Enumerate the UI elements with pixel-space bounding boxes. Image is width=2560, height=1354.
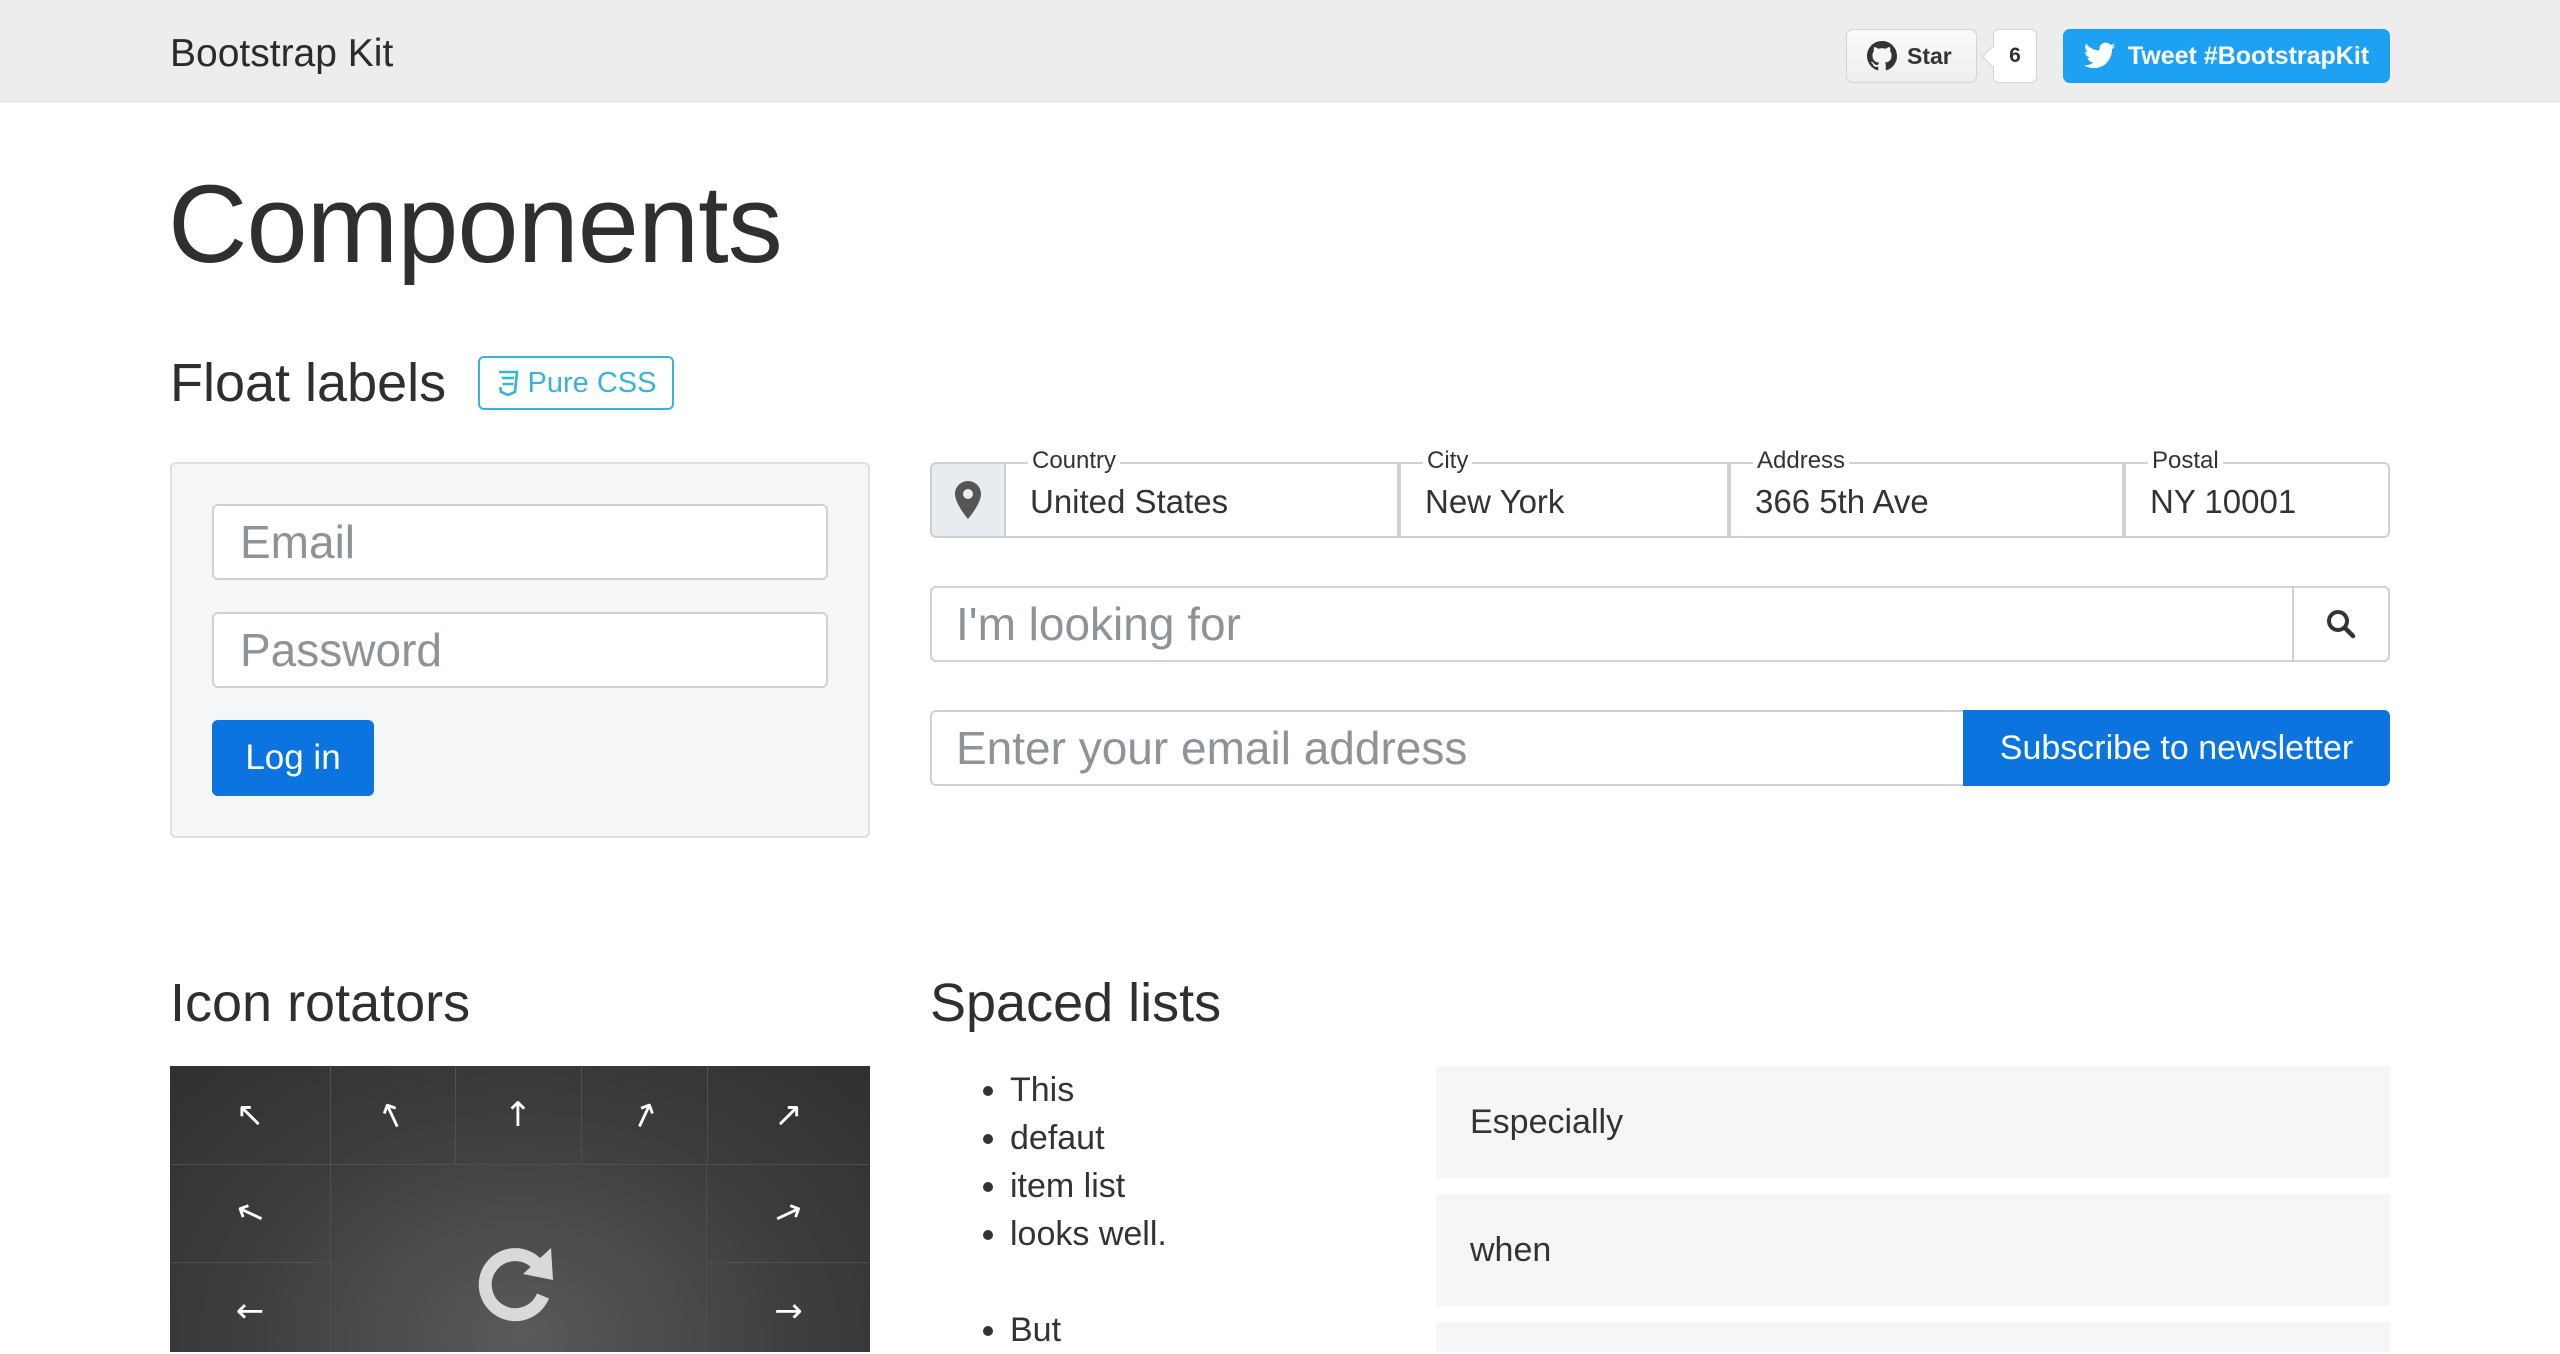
arrow-up-left-icon[interactable]: ↖ <box>170 1066 331 1165</box>
arrow-right-icon[interactable]: → <box>707 1262 870 1352</box>
search-button[interactable] <box>2292 588 2388 660</box>
list-item: looks well. <box>1010 1210 1370 1258</box>
search-group: I'm looking for <box>930 586 2390 662</box>
arrow-glyph: ↖ <box>229 1189 271 1237</box>
icon-rotator-grid: ↖ ↖ ↑ ↗ ↗ ↖ ↗ ← → <box>170 1066 870 1352</box>
login-card: Email Password Log in <box>170 462 870 838</box>
default-list: This defaut item list looks well. But <box>970 1066 1370 1354</box>
arrow-up-right-icon[interactable]: ↗ <box>707 1066 870 1165</box>
postal-value: NY 10001 <box>2150 483 2297 520</box>
float-labels-heading: Float labels <box>170 353 447 413</box>
postal-field[interactable]: Postal NY 10001 <box>2124 447 2390 538</box>
star-count[interactable]: 6 <box>1993 29 2037 83</box>
list-group-item <box>1436 1322 2390 1352</box>
search-icon <box>2327 610 2356 639</box>
address-field[interactable]: Address 366 5th Ave <box>1729 447 2124 538</box>
github-star-button[interactable]: Star <box>1846 29 1977 83</box>
brand-link[interactable]: Bootstrap Kit <box>170 28 393 80</box>
address-value: 366 5th Ave <box>1755 483 1929 520</box>
list-item: defaut <box>1010 1114 1370 1162</box>
navbar: Bootstrap Kit Star 6 Tweet #BootstrapKit <box>0 0 2560 103</box>
map-marker-icon <box>955 481 981 519</box>
city-field[interactable]: City New York <box>1399 447 1729 538</box>
list-group-item: Especially <box>1436 1066 2390 1178</box>
arrow-glyph: ↗ <box>623 1091 665 1139</box>
spaced-lists-heading: Spaced lists <box>930 973 1222 1033</box>
arrow-up-icon[interactable]: ↑ <box>455 1066 582 1165</box>
password-input[interactable]: Password <box>212 612 828 688</box>
newsletter-email-input[interactable]: Enter your email address <box>930 710 1965 786</box>
address-icon-addon <box>930 462 1006 538</box>
address-label: Address <box>1753 447 1850 475</box>
tweet-label: Tweet #BootstrapKit <box>2127 41 2370 70</box>
arrow-up-left-icon[interactable]: ↖ <box>170 1164 331 1263</box>
city-value: New York <box>1425 483 1565 520</box>
search-input[interactable]: I'm looking for <box>956 588 1241 660</box>
css3-icon <box>498 370 518 397</box>
arrow-left-icon[interactable]: ← <box>170 1262 331 1352</box>
arrow-glyph: ↗ <box>768 1189 809 1237</box>
page-title: Components <box>168 163 783 286</box>
arrow-up-right-icon[interactable]: ↗ <box>581 1066 708 1165</box>
twitter-icon <box>2083 42 2116 69</box>
city-label: City <box>1423 447 1473 475</box>
star-label: Star <box>1907 42 1952 69</box>
newsletter-group: Enter your email address Subscribe to ne… <box>930 710 2390 786</box>
subscribe-button[interactable]: Subscribe to newsletter <box>1963 710 2390 786</box>
arrow-glyph: ↖ <box>372 1091 413 1139</box>
refresh-icon[interactable] <box>473 1238 565 1330</box>
pure-css-badge: Pure CSS <box>478 356 674 410</box>
country-value: United States <box>1030 483 1229 520</box>
country-label: Country <box>1028 447 1121 475</box>
postal-label: Postal <box>2148 447 2223 475</box>
email-input[interactable]: Email <box>212 504 828 580</box>
arrow-up-left-icon[interactable]: ↖ <box>330 1066 456 1165</box>
github-icon <box>1867 41 1897 71</box>
list-group-item: when <box>1436 1194 2390 1306</box>
icon-rotators-heading: Icon rotators <box>170 973 471 1033</box>
pure-css-label: Pure CSS <box>527 366 657 399</box>
login-button[interactable]: Log in <box>212 720 374 796</box>
list-item: This <box>1010 1066 1370 1114</box>
country-field[interactable]: Country United States <box>1006 447 1399 538</box>
arrow-up-right-icon[interactable]: ↗ <box>707 1164 870 1263</box>
list-item: But <box>1010 1306 1370 1354</box>
list-item: item list <box>1010 1162 1370 1210</box>
tweet-button[interactable]: Tweet #BootstrapKit <box>2063 29 2390 83</box>
